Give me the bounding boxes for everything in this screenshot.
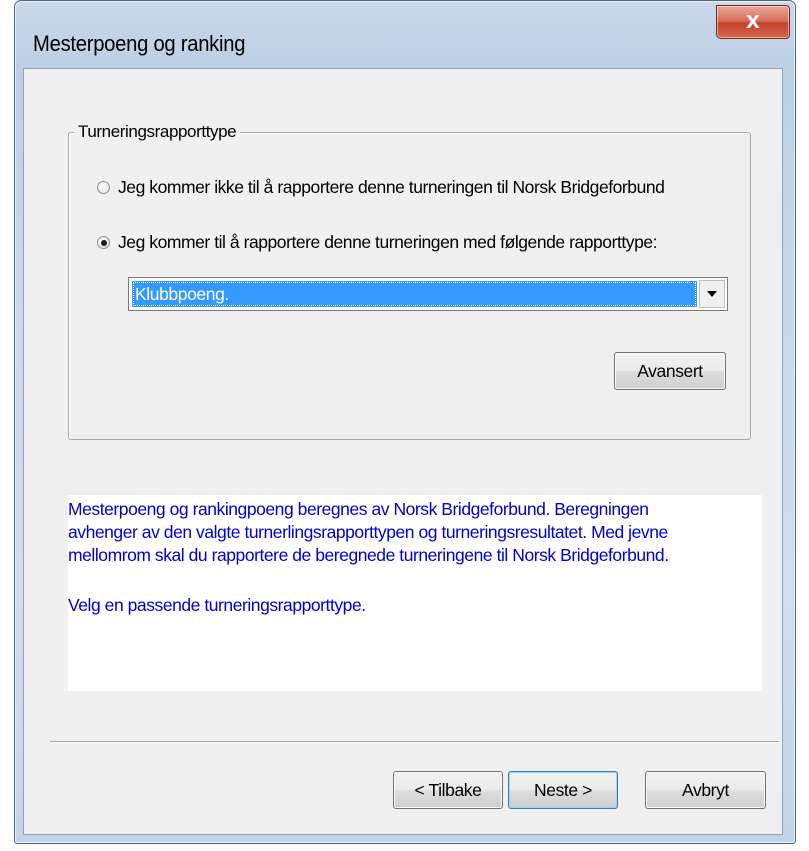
radio-button-unchecked[interactable] — [97, 181, 110, 194]
info-hint: Velg en passende turneringsrapporttype. — [68, 595, 366, 615]
footer-separator — [50, 741, 779, 743]
advanced-button[interactable]: Avansert — [614, 352, 726, 390]
info-text-line: avhenger av den valgte turnerlingsrappor… — [68, 522, 668, 542]
report-type-group-label: Turneringsrapporttype — [74, 122, 241, 142]
close-button[interactable]: X — [716, 5, 790, 39]
dropdown-button[interactable] — [699, 280, 725, 308]
radio-report[interactable]: Jeg kommer til å rapportere denne turner… — [97, 232, 658, 253]
close-icon: X — [746, 11, 760, 33]
report-type-select[interactable]: Klubbpoeng. — [128, 277, 728, 311]
back-button[interactable]: < Tilbake — [393, 771, 503, 809]
report-type-selected-value[interactable]: Klubbpoeng. — [132, 281, 697, 307]
radio-no-report[interactable]: Jeg kommer ikke til å rapportere denne t… — [97, 177, 665, 198]
cancel-button[interactable]: Avbryt — [645, 771, 766, 809]
radio-report-label: Jeg kommer til å rapportere denne turner… — [118, 232, 658, 252]
window-title: Mesterpoeng og ranking — [33, 31, 246, 56]
radio-dot-icon — [100, 239, 107, 246]
chevron-down-icon — [707, 291, 717, 297]
info-panel: Mesterpoeng og rankingpoeng beregnes av … — [68, 495, 762, 691]
radio-no-report-label: Jeg kommer ikke til å rapportere denne t… — [118, 177, 665, 197]
next-button[interactable]: Neste > — [508, 771, 618, 809]
dialog-client-area: Turneringsrapporttype Jeg kommer ikke ti… — [23, 68, 783, 835]
radio-button-checked[interactable] — [97, 236, 110, 249]
info-text-line: mellomrom skal du rapportere de beregned… — [68, 545, 669, 565]
dialog-window: Mesterpoeng og ranking X Turneringsrappo… — [14, 0, 796, 844]
info-text-line: Mesterpoeng og rankingpoeng beregnes av … — [68, 499, 649, 519]
